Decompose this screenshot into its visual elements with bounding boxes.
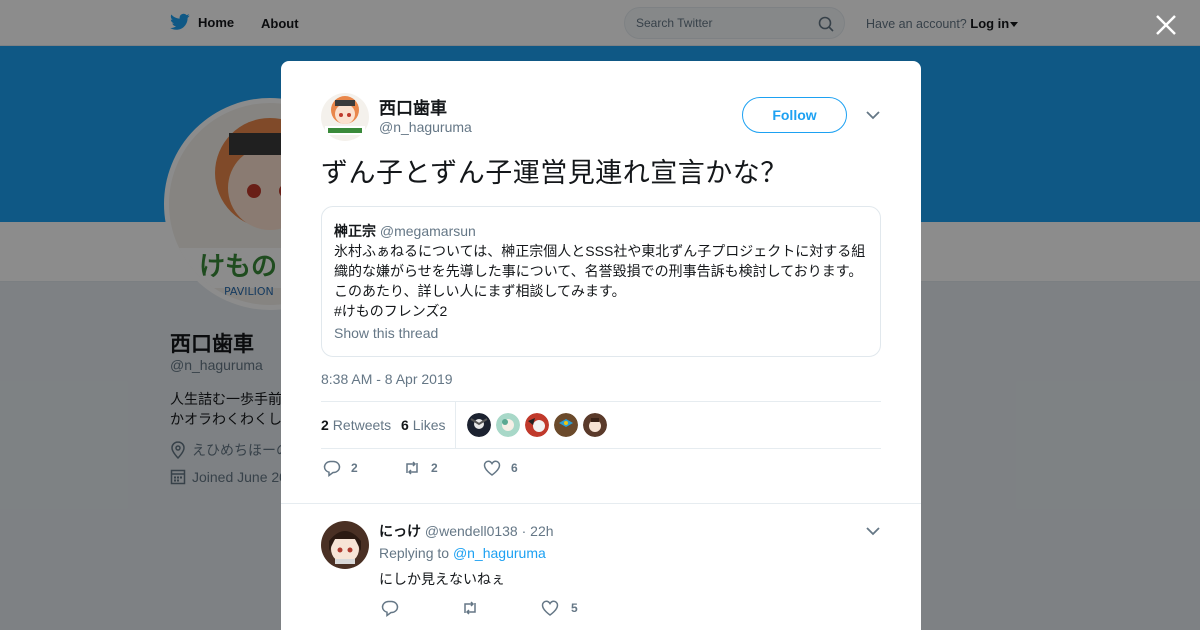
reply-like-count: 5	[571, 601, 578, 615]
retweets-label: Retweets	[332, 417, 392, 433]
close-icon[interactable]	[1153, 12, 1179, 38]
reply-author-handle[interactable]: @wendell0138	[425, 523, 518, 539]
tweet-actions: 2 2 6	[321, 456, 881, 486]
reply-reply-button[interactable]	[381, 599, 399, 617]
quoted-tweet[interactable]: 榊正宗 @megamarsun 氷村ふぁねるについては、榊正宗個人とSSS社や東…	[321, 206, 881, 357]
replying-to: Replying to @n_haguruma	[379, 545, 546, 561]
replies-separator	[281, 503, 921, 513]
reply-author-name[interactable]: にっけ	[379, 523, 421, 539]
stats-divider	[455, 402, 456, 448]
author-avatar[interactable]	[321, 93, 369, 141]
reply-icon	[323, 460, 341, 477]
reply-retweet-button[interactable]	[461, 599, 479, 617]
reply-count: 2	[351, 461, 358, 475]
likes-count: 6	[401, 417, 409, 433]
quoted-tweet-text: 氷村ふぁねるについては、榊正宗個人とSSS社や東北ずん子プロジェクトに対する組織…	[334, 243, 866, 299]
liker-avatars	[467, 413, 607, 437]
liker-avatar[interactable]	[496, 413, 520, 437]
replying-to-prefix: Replying to	[379, 545, 450, 561]
reply-avatar-image	[321, 521, 369, 569]
like-button[interactable]: 6	[483, 459, 518, 477]
follow-button[interactable]: Follow	[742, 97, 847, 133]
tweet-text: ずん子とずん子運営見連れ宣言かな？	[321, 158, 788, 189]
show-thread-link[interactable]: Show this thread	[334, 325, 438, 341]
author-avatar-image	[321, 93, 369, 141]
retweet-icon	[406, 461, 418, 475]
retweet-count: 2	[431, 461, 438, 475]
chevron-down-icon[interactable]	[865, 109, 881, 121]
reply-text: にしか見えないねぇ	[379, 571, 505, 587]
liker-avatar[interactable]	[525, 413, 549, 437]
retweets-stat[interactable]: 2 Retweets	[321, 417, 391, 433]
replying-to-link[interactable]: @n_haguruma	[453, 545, 546, 561]
reply-like-button[interactable]: 5	[541, 599, 578, 617]
heart-icon	[483, 460, 501, 476]
retweet-icon	[464, 601, 476, 615]
quoted-author-handle: @megamarsun	[379, 223, 476, 239]
liker-avatar[interactable]	[554, 413, 578, 437]
liker-avatar[interactable]	[583, 413, 607, 437]
reply-icon	[381, 600, 399, 617]
like-count: 6	[511, 461, 518, 475]
author-name[interactable]: 西口歯車	[379, 94, 447, 119]
reply-timestamp[interactable]: · 22h	[522, 523, 554, 539]
tweet-timestamp[interactable]: 8:38 AM - 8 Apr 2019	[321, 371, 453, 387]
chevron-down-icon[interactable]	[865, 525, 881, 537]
tweet-stats: 2 Retweets 6 Likes	[321, 401, 881, 449]
reply-actions: 5	[379, 599, 779, 623]
quoted-author-name: 榊正宗	[334, 223, 376, 239]
author-handle[interactable]: @n_haguruma	[379, 119, 472, 135]
quoted-hashtag[interactable]: #けものフレンズ2	[334, 301, 447, 321]
retweet-button[interactable]: 2	[403, 459, 438, 477]
heart-icon	[541, 600, 559, 616]
liker-avatar[interactable]	[467, 413, 491, 437]
tweet-modal: 西口歯車 @n_haguruma Follow ずん子とずん子運営見連れ宣言かな…	[281, 61, 921, 630]
quoted-tweet-header: 榊正宗 @megamarsun	[334, 221, 476, 241]
likes-label: Likes	[412, 417, 446, 433]
reply-header: にっけ @wendell0138 · 22h	[379, 521, 554, 541]
reply-button[interactable]: 2	[323, 459, 358, 477]
retweets-count: 2	[321, 417, 329, 433]
likes-stat[interactable]: 6 Likes	[401, 417, 445, 433]
reply-author-avatar[interactable]	[321, 521, 369, 569]
